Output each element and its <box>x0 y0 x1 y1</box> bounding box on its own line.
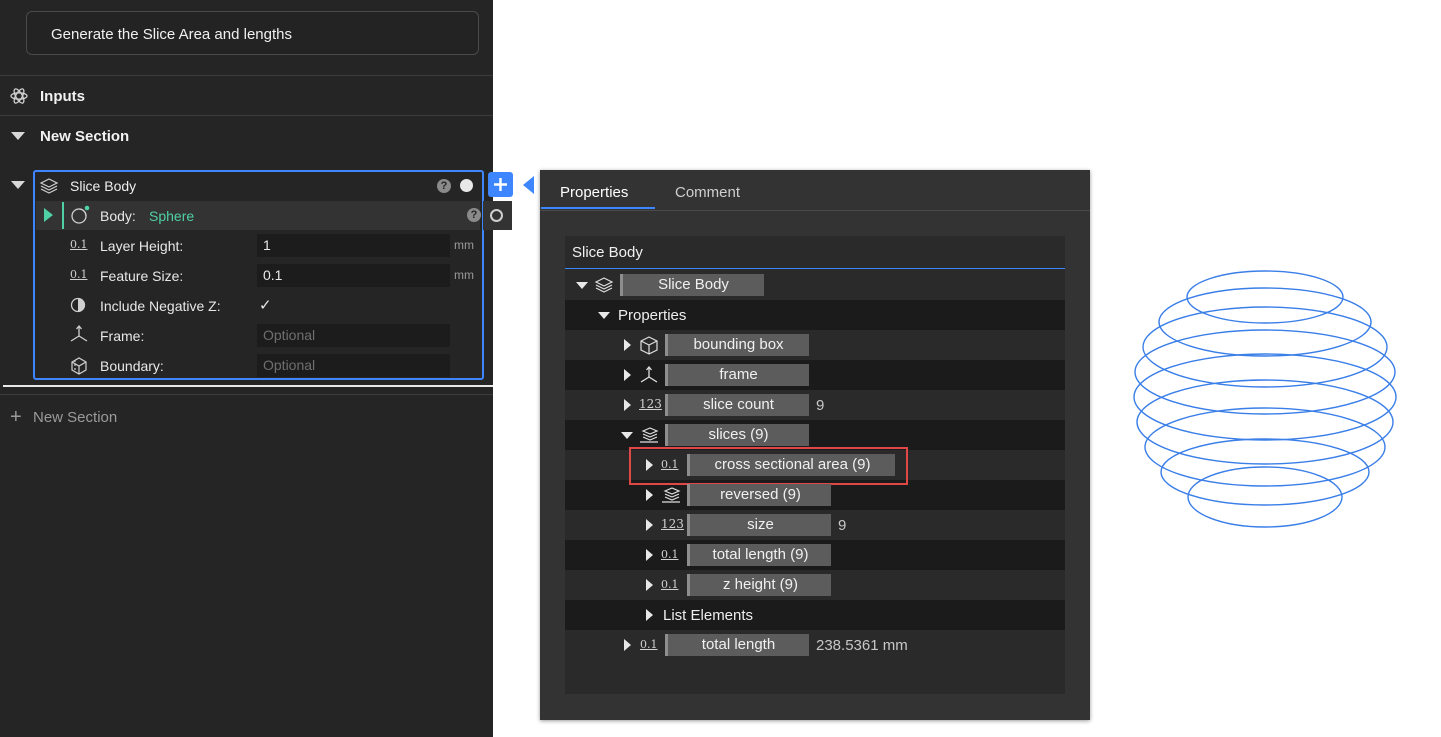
tabs-divider <box>540 210 1090 211</box>
total-length-value: 238.5361 mm <box>816 637 908 654</box>
left-panel: Generate the Slice Area and lengths Inpu… <box>0 0 512 737</box>
boundary-label: Boundary: <box>100 358 164 374</box>
reversed-pill[interactable]: reversed (9) <box>687 484 831 506</box>
help-icon[interactable]: ? <box>437 179 451 193</box>
tree-header-underline <box>565 268 1065 269</box>
frame-axes-icon <box>68 324 90 344</box>
node-title: Slice Body <box>70 178 137 194</box>
tree-root-pill[interactable]: Slice Body <box>620 274 764 296</box>
row-stripe <box>565 600 1065 630</box>
layers-icon <box>38 176 60 196</box>
collapse-icon[interactable] <box>598 312 610 319</box>
tree-header: Slice Body <box>572 244 643 261</box>
drop-indicator-line <box>3 385 493 387</box>
layer-height-input[interactable]: 1 <box>257 234 450 257</box>
help-icon[interactable]: ? <box>467 208 481 222</box>
negative-z-checkbox[interactable]: ✓ <box>259 296 272 314</box>
decimal-icon: 0.1 <box>640 638 658 651</box>
bounding-box-pill[interactable]: bounding box <box>665 334 809 356</box>
feature-size-label: Feature Size: <box>100 268 184 284</box>
input-port-icon[interactable] <box>490 209 503 222</box>
list-elements-label[interactable]: List Elements <box>663 607 753 624</box>
properties-group-label[interactable]: Properties <box>618 307 686 324</box>
expand-body-icon[interactable] <box>44 208 53 222</box>
integer-icon: 123 <box>661 517 684 531</box>
negative-z-label: Include Negative Z: <box>100 298 221 314</box>
task-title-box[interactable]: Generate the Slice Area and lengths <box>26 11 479 55</box>
decimal-list-icon: 0.1 <box>661 578 679 591</box>
slices-pill[interactable]: slices (9) <box>665 424 809 446</box>
highlight-box <box>629 447 908 485</box>
frame-axes-icon <box>638 364 660 386</box>
expand-icon[interactable] <box>646 489 653 501</box>
divider <box>0 394 493 395</box>
add-section-button[interactable]: New Section <box>33 409 117 426</box>
decimal-icon: 0.1 <box>70 238 88 251</box>
body-value[interactable]: Sphere <box>149 208 194 224</box>
divider <box>0 75 493 76</box>
total-length-list-pill[interactable]: total length (9) <box>687 544 831 566</box>
layer-height-unit: mm <box>454 238 474 252</box>
boundary-icon <box>68 354 90 376</box>
atom-icon <box>9 86 29 106</box>
layer-height-label: Layer Height: <box>100 238 184 254</box>
layers-icon <box>593 276 615 294</box>
popup-pointer-icon <box>523 176 534 194</box>
task-title: Generate the Slice Area and lengths <box>51 26 292 43</box>
body-accent-bar <box>62 202 64 229</box>
frame-pill[interactable]: frame <box>665 364 809 386</box>
size-pill[interactable]: size <box>687 514 831 536</box>
layers-list-icon <box>638 425 660 445</box>
collapse-icon[interactable] <box>576 282 588 289</box>
divider <box>0 115 493 116</box>
feature-size-unit: mm <box>454 268 474 282</box>
add-node-button[interactable] <box>488 172 513 197</box>
decimal-list-icon: 0.1 <box>661 548 679 561</box>
tab-comment[interactable]: Comment <box>675 184 740 201</box>
active-tab-underline <box>541 207 655 209</box>
half-circle-icon <box>70 297 86 313</box>
output-port-icon[interactable] <box>460 179 473 192</box>
section-title[interactable]: New Section <box>40 128 129 145</box>
viewport-sphere-slices[interactable] <box>1110 250 1420 550</box>
collapse-section-icon[interactable] <box>11 132 25 140</box>
cube-icon <box>638 334 660 356</box>
collapse-node-icon[interactable] <box>11 181 25 189</box>
frame-label: Frame: <box>100 328 145 344</box>
frame-input[interactable]: Optional <box>257 324 450 347</box>
expand-icon[interactable] <box>624 399 631 411</box>
decimal-icon: 0.1 <box>70 268 88 281</box>
slice-count-pill[interactable]: slice count <box>665 394 809 416</box>
total-length-pill[interactable]: total length <box>665 634 809 656</box>
expand-icon[interactable] <box>624 369 631 381</box>
boundary-input[interactable]: Optional <box>257 354 450 377</box>
plus-icon[interactable]: + <box>10 407 22 427</box>
inputs-label[interactable]: Inputs <box>40 88 85 105</box>
expand-icon[interactable] <box>646 549 653 561</box>
collapse-icon[interactable] <box>621 432 633 439</box>
size-value: 9 <box>838 517 847 534</box>
tab-properties[interactable]: Properties <box>560 184 628 201</box>
feature-size-input[interactable]: 0.1 <box>257 264 450 287</box>
expand-icon[interactable] <box>646 519 653 531</box>
slice-count-value: 9 <box>816 397 825 414</box>
expand-icon[interactable] <box>646 579 653 591</box>
expand-icon[interactable] <box>624 639 631 651</box>
sphere-icon <box>70 205 90 225</box>
integer-icon: 123 <box>639 397 662 411</box>
expand-icon[interactable] <box>624 339 631 351</box>
body-label: Body: <box>100 208 136 224</box>
expand-icon[interactable] <box>646 609 653 621</box>
z-height-pill[interactable]: z height (9) <box>687 574 831 596</box>
layers-list-icon <box>660 485 682 505</box>
